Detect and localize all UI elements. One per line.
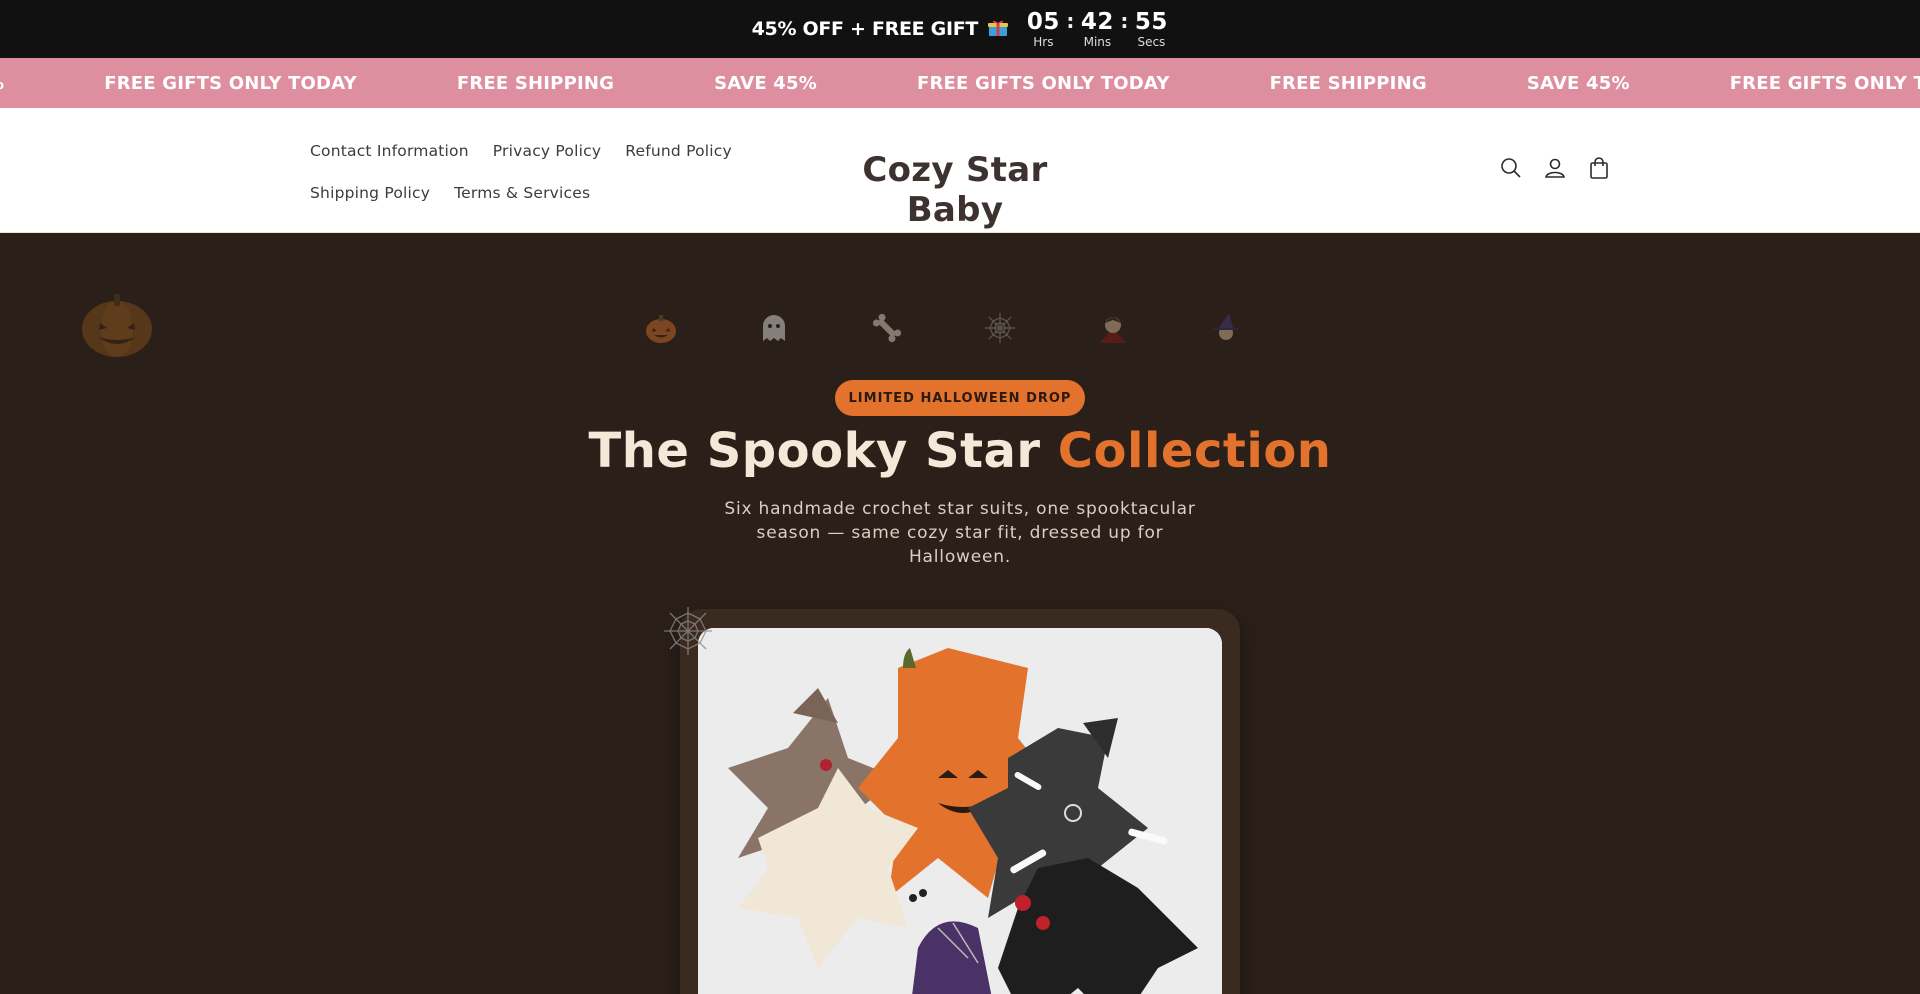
timer-hours-value: 05: [1026, 8, 1060, 35]
countdown-timer: 05 Hrs : 42 Mins : 55 Secs: [1026, 10, 1168, 49]
nav-privacy-policy[interactable]: Privacy Policy: [493, 142, 601, 160]
timer-seconds-label: Secs: [1137, 34, 1166, 49]
marquee-item: %: [0, 73, 4, 94]
spiderweb-icon: [985, 313, 1015, 343]
marquee-item: FREE SHIPPING: [1269, 72, 1427, 94]
timer-minutes-label: Mins: [1083, 34, 1112, 49]
cart-icon[interactable]: [1586, 155, 1612, 181]
hero-subtitle: Six handmade crochet star suits, one spo…: [724, 499, 1196, 567]
promo-label: 45% OFF + FREE GIFT: [751, 18, 979, 40]
pumpkin-icon: [646, 315, 676, 343]
scrolling-marquee: % FREE GIFTS ONLY TODAY FREE SHIPPING SA…: [0, 58, 1920, 108]
search-icon[interactable]: [1498, 155, 1524, 181]
marquee-item: FREE GIFTS ONLY TODAY: [1729, 72, 1920, 94]
ghost-icon: [763, 315, 785, 341]
timer-minutes-value: 42: [1080, 8, 1114, 35]
site-header: Contact Information Privacy Policy Refun…: [0, 108, 1920, 233]
announcement-bar: 45% OFF + FREE GIFT 05 Hrs : 42 Mins : 5…: [0, 0, 1920, 58]
timer-separator: :: [1066, 8, 1075, 33]
marquee-item: SAVE 45%: [714, 72, 817, 94]
hero-section: LIMITED HALLOWEEN DROP The Spooky Star C…: [0, 233, 1920, 994]
timer-seconds-value: 55: [1134, 8, 1168, 35]
timer-separator: :: [1120, 8, 1129, 33]
bone-icon: [872, 313, 902, 343]
vampire-icon: [1099, 317, 1127, 343]
crochet-star-suits-image[interactable]: [698, 628, 1222, 994]
pumpkin-icon: [82, 294, 152, 357]
timer-hours: 05 Hrs: [1026, 10, 1060, 49]
site-logo[interactable]: Cozy Star Baby: [830, 150, 1080, 230]
witch-icon: [1213, 313, 1239, 340]
marquee-item: FREE GIFTS ONLY TODAY: [916, 72, 1170, 94]
nav-refund-policy[interactable]: Refund Policy: [625, 142, 732, 160]
hero-title-main: The Spooky Star: [588, 423, 1041, 479]
spiderweb-icon: [664, 607, 712, 655]
promo-text: 45% OFF + FREE GIFT: [752, 18, 1009, 40]
marquee-item: SAVE 45%: [1526, 72, 1630, 94]
hero-title-accent: Collection: [1057, 423, 1332, 479]
limited-drop-badge: LIMITED HALLOWEEN DROP: [835, 380, 1085, 416]
marquee-item: FREE SHIPPING: [456, 72, 615, 94]
marquee-item: FREE GIFTS ONLY TODAY: [104, 72, 357, 94]
nav-terms-services[interactable]: Terms & Services: [454, 184, 590, 202]
marquee-track: % FREE GIFTS ONLY TODAY FREE SHIPPING SA…: [0, 58, 1920, 108]
nav-contact-information[interactable]: Contact Information: [310, 142, 469, 160]
hero-title: The Spooky Star Collection: [0, 423, 1920, 479]
main-nav: Contact Information Privacy Policy Refun…: [310, 130, 770, 214]
timer-seconds: 55 Secs: [1134, 10, 1168, 49]
nav-shipping-policy[interactable]: Shipping Policy: [310, 184, 430, 202]
account-icon[interactable]: [1542, 155, 1568, 181]
gift-icon: [988, 20, 1009, 36]
timer-minutes: 42 Mins: [1080, 10, 1114, 49]
timer-hours-label: Hrs: [1033, 34, 1054, 49]
halloween-emoji-row: [640, 311, 1240, 347]
